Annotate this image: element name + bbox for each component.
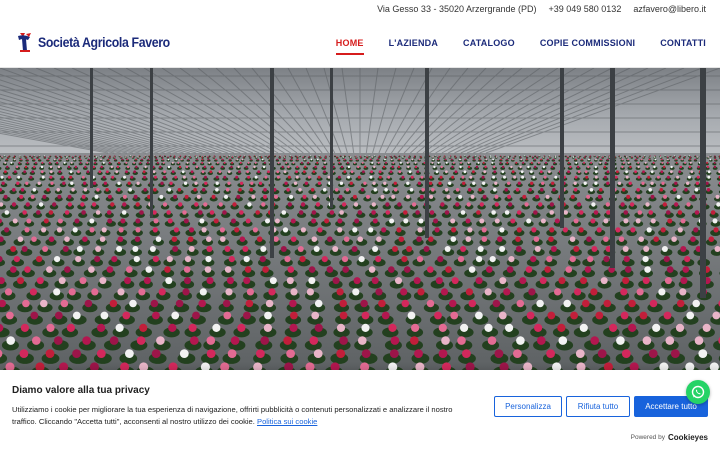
hero-greenhouse-image <box>0 68 720 370</box>
reject-all-button[interactable]: Rifiuta tutto <box>566 396 630 417</box>
site-logo[interactable]: Società Agricola Favero <box>16 31 188 53</box>
cookie-description: Utilizziamo i cookie per migliorare la t… <box>12 404 472 428</box>
nav-item-home[interactable]: HOME <box>335 34 364 55</box>
nav-item-azienda[interactable]: L'AZIENDA <box>389 34 438 52</box>
main-nav: HOME L'AZIENDA CATALOGO COPIE COMMISSION… <box>335 18 706 68</box>
email-link[interactable]: azfavero@libero.it <box>633 4 706 14</box>
cookie-banner: Diamo valore alla tua privacy Utilizziam… <box>0 370 720 450</box>
powered-by-label: Powered by <box>630 434 665 441</box>
nav-item-catalogo[interactable]: CATALOGO <box>463 34 515 52</box>
greenhouse-photo <box>0 68 720 370</box>
top-contact-bar: Via Gesso 33 - 35020 Arzergrande (PD) +3… <box>0 0 720 18</box>
site-header: Società Agricola Favero HOME L'AZIENDA C… <box>0 18 720 68</box>
logo-icon <box>18 33 31 52</box>
nav-item-contatti[interactable]: CONTATTI <box>660 34 706 52</box>
powered-by: Powered by Cookieyes <box>631 433 708 442</box>
customize-button[interactable]: Personalizza <box>494 396 562 417</box>
whatsapp-button[interactable] <box>686 380 710 404</box>
cookieyes-logo[interactable]: Cookieyes <box>668 433 708 442</box>
brand-name: Società Agricola Favero <box>38 34 170 50</box>
nav-item-copie-commissioni[interactable]: COPIE COMMISSIONI <box>540 34 635 52</box>
address-text: Via Gesso 33 - 35020 Arzergrande (PD) <box>377 4 537 14</box>
cookie-text: Utilizziamo i cookie per migliorare la t… <box>12 405 453 426</box>
cookie-policy-link[interactable]: Politica sui cookie <box>257 417 317 426</box>
phone-link[interactable]: +39 049 580 0132 <box>549 4 622 14</box>
cookie-title: Diamo valore alla tua privacy <box>12 385 150 396</box>
whatsapp-icon <box>691 385 705 399</box>
